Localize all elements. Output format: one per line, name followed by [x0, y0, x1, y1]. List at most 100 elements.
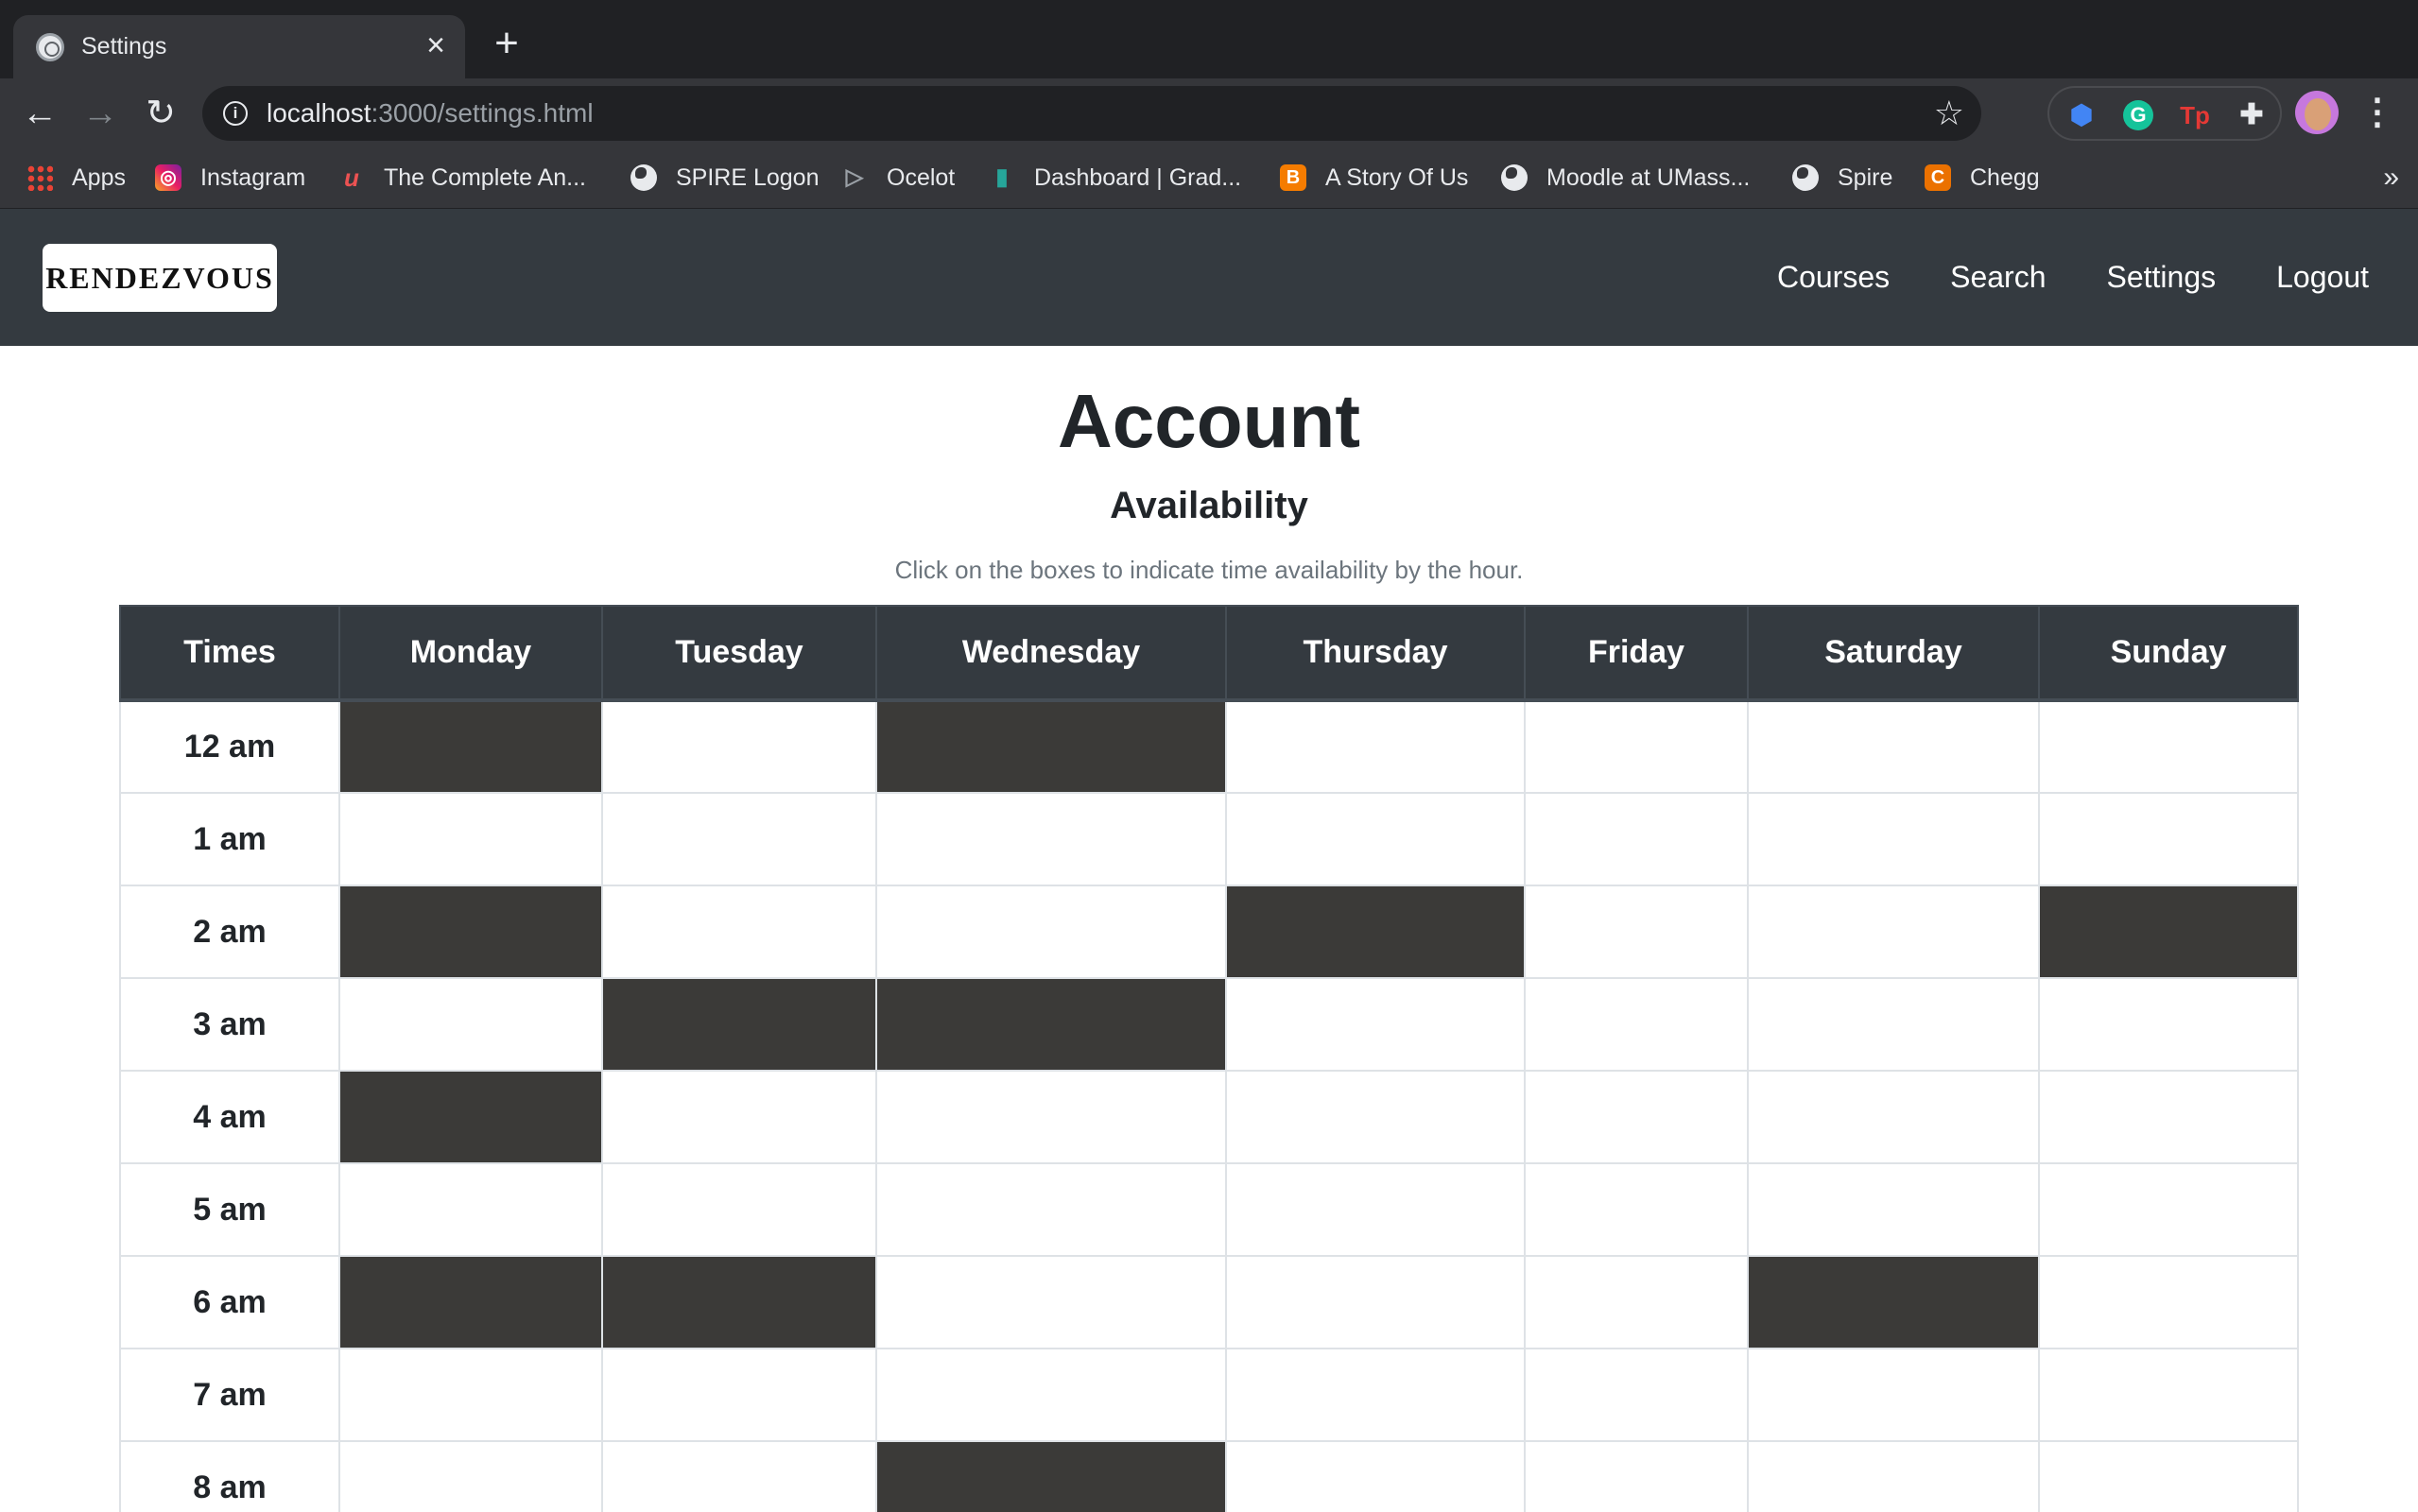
availability-cell-monday[interactable] — [338, 1162, 603, 1257]
availability-cell-friday[interactable] — [1524, 1162, 1749, 1257]
availability-cell-friday[interactable] — [1524, 1348, 1749, 1442]
new-tab-icon[interactable]: + — [488, 23, 526, 64]
availability-cell-monday[interactable] — [338, 699, 603, 794]
availability-cell-tuesday[interactable] — [601, 977, 877, 1072]
availability-cell-monday[interactable] — [338, 1255, 603, 1349]
availability-cell-thursday[interactable] — [1225, 792, 1526, 886]
browser-tab[interactable]: Settings × — [13, 15, 465, 78]
bookmark-star-icon[interactable]: ☆ — [1934, 94, 1964, 133]
availability-cell-wednesday[interactable] — [875, 699, 1227, 794]
availability-cell-monday[interactable] — [338, 1348, 603, 1442]
bookmark-ocelot[interactable]: ▷ Ocelot — [841, 162, 956, 194]
bookmark-label: The Complete An... — [384, 163, 587, 191]
site-info-icon[interactable]: i — [223, 101, 248, 126]
availability-cell-friday[interactable] — [1524, 885, 1749, 979]
availability-cell-wednesday[interactable] — [875, 1070, 1227, 1164]
bookmark-spire[interactable]: Spire — [1792, 162, 1892, 194]
graduation-cap-extension-icon[interactable]: ⬢ — [2066, 100, 2097, 130]
reload-icon[interactable]: ↻ — [140, 93, 181, 134]
availability-cell-saturday[interactable] — [1747, 885, 2040, 979]
grammarly-extension-icon[interactable]: G — [2123, 100, 2153, 130]
availability-cell-tuesday[interactable] — [601, 1255, 877, 1349]
availability-cell-wednesday[interactable] — [875, 1348, 1227, 1442]
bookmark-label: Moodle at UMass... — [1546, 163, 1751, 191]
availability-cell-sunday[interactable] — [2038, 792, 2299, 886]
address-bar[interactable]: i localhost:3000/settings.html ☆ — [202, 86, 1981, 141]
back-arrow-icon[interactable]: ← — [19, 93, 60, 134]
availability-cell-sunday[interactable] — [2038, 1440, 2299, 1512]
availability-cell-sunday[interactable] — [2038, 885, 2299, 979]
forward-arrow-icon[interactable]: → — [79, 93, 121, 134]
bookmark-apps[interactable]: Apps — [26, 162, 126, 194]
nav-courses[interactable]: Courses — [1777, 260, 1890, 295]
availability-cell-monday[interactable] — [338, 885, 603, 979]
availability-cell-sunday[interactable] — [2038, 977, 2299, 1072]
availability-cell-tuesday[interactable] — [601, 885, 877, 979]
puzzle-extensions-icon[interactable]: ✚ — [2237, 100, 2267, 130]
availability-cell-saturday[interactable] — [1747, 977, 2040, 1072]
bookmark-label: SPIRE Logon — [676, 163, 820, 191]
nav-settings[interactable]: Settings — [2107, 260, 2217, 295]
time-label: 1 am — [119, 792, 340, 886]
availability-cell-friday[interactable] — [1524, 792, 1749, 886]
availability-cell-thursday[interactable] — [1225, 1440, 1526, 1512]
availability-cell-thursday[interactable] — [1225, 699, 1526, 794]
availability-cell-saturday[interactable] — [1747, 1255, 2040, 1349]
availability-cell-wednesday[interactable] — [875, 1162, 1227, 1257]
bookmark-dashboard[interactable]: ▮ Dashboard | Grad... — [989, 162, 1241, 194]
nav-search[interactable]: Search — [1950, 260, 2046, 295]
profile-avatar-icon[interactable] — [2295, 91, 2339, 134]
availability-cell-saturday[interactable] — [1747, 1070, 2040, 1164]
availability-cell-sunday[interactable] — [2038, 1348, 2299, 1442]
availability-cell-friday[interactable] — [1524, 977, 1749, 1072]
availability-cell-wednesday[interactable] — [875, 1255, 1227, 1349]
availability-cell-wednesday[interactable] — [875, 977, 1227, 1072]
availability-cell-friday[interactable] — [1524, 1440, 1749, 1512]
availability-cell-saturday[interactable] — [1747, 792, 2040, 886]
udemy-icon: u — [344, 163, 359, 192]
availability-cell-tuesday[interactable] — [601, 1162, 877, 1257]
bookmark-moodle[interactable]: Moodle at UMass... — [1501, 162, 1750, 194]
bookmark-chegg[interactable]: C Chegg — [1925, 162, 2040, 194]
bookmark-complete-an[interactable]: u The Complete An... — [338, 162, 586, 194]
availability-cell-monday[interactable] — [338, 1070, 603, 1164]
more-bookmarks-icon[interactable]: » — [2383, 162, 2399, 194]
availability-cell-thursday[interactable] — [1225, 977, 1526, 1072]
availability-cell-sunday[interactable] — [2038, 1255, 2299, 1349]
availability-cell-saturday[interactable] — [1747, 1348, 2040, 1442]
availability-cell-friday[interactable] — [1524, 699, 1749, 794]
availability-cell-thursday[interactable] — [1225, 1348, 1526, 1442]
availability-cell-friday[interactable] — [1524, 1070, 1749, 1164]
availability-cell-thursday[interactable] — [1225, 1070, 1526, 1164]
availability-cell-wednesday[interactable] — [875, 792, 1227, 886]
availability-cell-monday[interactable] — [338, 792, 603, 886]
availability-cell-tuesday[interactable] — [601, 792, 877, 886]
bookmark-a-story-of-us[interactable]: B A Story Of Us — [1280, 162, 1468, 194]
availability-cell-thursday[interactable] — [1225, 1255, 1526, 1349]
tp-extension-icon[interactable]: Tp — [2180, 100, 2210, 130]
nav-logout[interactable]: Logout — [2276, 260, 2369, 295]
availability-cell-monday[interactable] — [338, 977, 603, 1072]
time-label: 12 am — [119, 699, 340, 794]
availability-cell-saturday[interactable] — [1747, 1440, 2040, 1512]
brand-logo[interactable]: RENDEZVOUS — [43, 244, 277, 312]
availability-cell-tuesday[interactable] — [601, 699, 877, 794]
availability-cell-thursday[interactable] — [1225, 885, 1526, 979]
availability-cell-wednesday[interactable] — [875, 885, 1227, 979]
browser-menu-icon[interactable]: ⋮ — [2359, 92, 2395, 133]
availability-cell-saturday[interactable] — [1747, 1162, 2040, 1257]
close-tab-icon[interactable]: × — [418, 27, 454, 63]
availability-cell-saturday[interactable] — [1747, 699, 2040, 794]
bookmark-instagram[interactable]: ◎ Instagram — [155, 162, 305, 194]
availability-cell-monday[interactable] — [338, 1440, 603, 1512]
availability-cell-thursday[interactable] — [1225, 1162, 1526, 1257]
availability-cell-sunday[interactable] — [2038, 1162, 2299, 1257]
bookmark-spire-logon[interactable]: SPIRE Logon — [630, 162, 820, 194]
availability-cell-sunday[interactable] — [2038, 1070, 2299, 1164]
availability-cell-tuesday[interactable] — [601, 1070, 877, 1164]
availability-cell-sunday[interactable] — [2038, 699, 2299, 794]
availability-cell-tuesday[interactable] — [601, 1440, 877, 1512]
availability-cell-tuesday[interactable] — [601, 1348, 877, 1442]
availability-cell-wednesday[interactable] — [875, 1440, 1227, 1512]
availability-cell-friday[interactable] — [1524, 1255, 1749, 1349]
